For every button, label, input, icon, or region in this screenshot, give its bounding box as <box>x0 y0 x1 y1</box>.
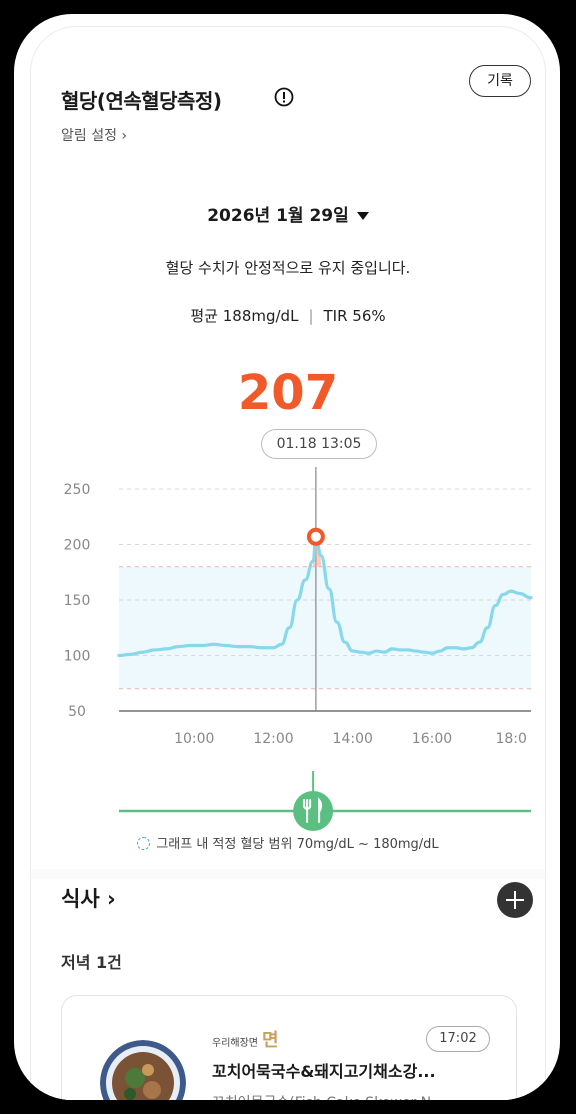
date-selector[interactable]: 2026년 1월 29일 <box>31 201 545 226</box>
date-label: 2026년 1월 29일 <box>207 206 349 226</box>
record-button[interactable]: 기록 <box>469 65 531 97</box>
restaurant-brand-name: 우리해장면 <box>212 1038 258 1049</box>
meal-group-label: 저녁 1건 <box>61 953 122 972</box>
phone-frame: 혈당(연속혈당측정) 기록 알림 설정 › 2026년 1월 29일 혈당 수치… <box>14 14 560 1100</box>
x-tick-label: 14:00 <box>333 731 373 747</box>
x-tick-label: 18:0 <box>495 731 526 747</box>
selected-point-marker <box>306 527 325 546</box>
glucose-chart[interactable]: 250 200 150 100 50 10:00 12:00 14:00 16:00 18:0 <box>31 467 545 767</box>
tir-stat: TIR 56% <box>323 307 386 325</box>
x-tick-label: 10:00 <box>174 731 214 747</box>
average-stat: 평균 188mg/dL <box>190 307 299 325</box>
range-legend-text: 그래프 내 적정 혈당 범위 70mg/dL ~ 180mg/dL <box>156 837 439 852</box>
info-icon[interactable] <box>274 87 294 107</box>
meal-marker[interactable] <box>293 791 334 831</box>
selected-glucose-value: 207 <box>237 365 339 421</box>
page-title: 혈당(연속혈당측정) <box>61 89 222 113</box>
alarm-settings-link[interactable]: 알림 설정 › <box>61 125 127 145</box>
meal-card[interactable]: 우리해장면 면 17:02 꼬치어묵국수&돼지고기채소강... 꼬치어묵국수(Fi… <box>61 995 517 1100</box>
target-range-band <box>119 566 531 689</box>
status-message: 혈당 수치가 안정적으로 유지 중입니다. <box>165 259 411 277</box>
add-meal-button[interactable] <box>497 882 533 918</box>
y-tick-label: 200 <box>64 538 91 554</box>
meal-timeline[interactable] <box>31 769 545 831</box>
food-photo <box>100 1040 186 1100</box>
y-tick-label: 50 <box>68 704 86 720</box>
range-legend-icon <box>137 837 151 850</box>
y-tick-label: 100 <box>64 649 91 665</box>
x-tick-label: 12:00 <box>253 731 293 747</box>
x-tick-label: 16:00 <box>412 731 452 747</box>
stats-summary: 평균 188mg/dL | TIR 56% <box>31 305 545 326</box>
section-divider <box>31 869 545 879</box>
meal-name: 꼬치어묵국수&돼지고기채소강... <box>212 1062 436 1081</box>
range-legend: 그래프 내 적정 혈당 범위 70mg/dL ~ 180mg/dL <box>31 833 545 852</box>
meal-time-badge: 17:02 <box>426 1026 490 1052</box>
meal-subtitle: 꼬치어묵국수(Fish Cake Skewer N... <box>212 1092 492 1100</box>
caret-down-icon <box>356 212 369 220</box>
y-tick-label: 150 <box>64 593 91 609</box>
screen: 혈당(연속혈당측정) 기록 알림 설정 › 2026년 1월 29일 혈당 수치… <box>30 26 546 1100</box>
meal-section-title[interactable]: 식사 › <box>61 883 116 913</box>
restaurant-brand: 우리해장면 면 <box>212 1026 279 1052</box>
y-tick-label: 250 <box>64 482 91 498</box>
selected-time-pill: 01.18 13:05 <box>261 429 377 459</box>
restaurant-brand-mark: 면 <box>262 1030 279 1051</box>
stats-divider: | <box>308 307 314 325</box>
